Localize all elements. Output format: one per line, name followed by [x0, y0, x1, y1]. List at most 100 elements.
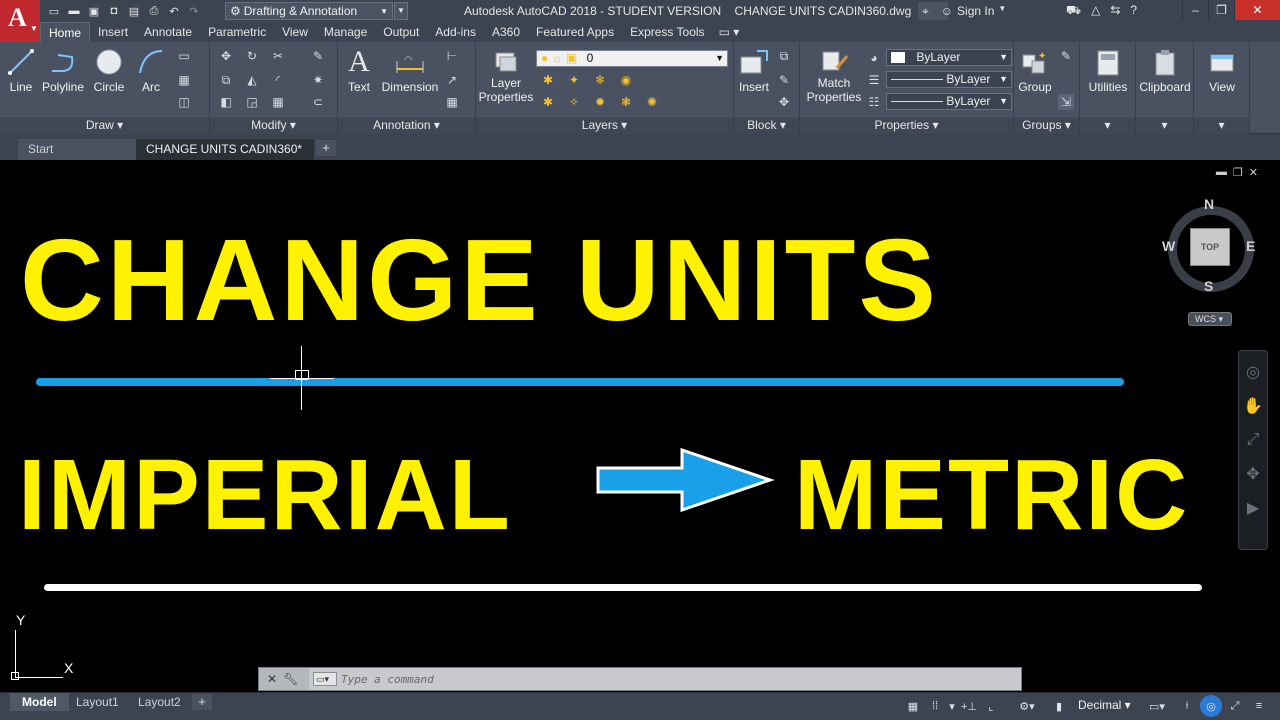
clipboard-expand-icon[interactable]: ▾: [1136, 117, 1193, 134]
leader-icon[interactable]: ↗: [444, 72, 460, 88]
command-grip[interactable]: ✕ 🔧︎: [259, 668, 309, 690]
drawing-tab[interactable]: CHANGE UNITS CADIN360*: [136, 139, 314, 160]
viewport-restore-icon[interactable]: ❐: [1233, 166, 1243, 179]
stretch-icon[interactable]: ◧: [218, 94, 234, 110]
minimize-icon[interactable]: –: [1182, 0, 1208, 20]
close-icon[interactable]: ✕: [267, 672, 277, 686]
model-tab[interactable]: Model: [10, 693, 69, 711]
tab-express-tools[interactable]: Express Tools: [622, 22, 712, 42]
explode-icon[interactable]: ✷: [310, 72, 326, 88]
print-icon[interactable]: ⎙: [146, 4, 162, 19]
modify-panel-title[interactable]: Modify ▾: [210, 117, 337, 134]
steering-wheel-icon[interactable]: ◎: [1239, 359, 1267, 385]
layout1-tab[interactable]: Layout1: [64, 693, 131, 711]
text-tool[interactable]: A Text: [342, 46, 376, 95]
fullscreen-icon[interactable]: ⤢: [1224, 695, 1246, 717]
snap-icon[interactable]: ⁞⁞: [924, 695, 946, 717]
layer-unisolate-icon[interactable]: ✹: [592, 94, 608, 110]
ungroup-icon[interactable]: ✎: [1058, 48, 1074, 64]
clipboard-panel[interactable]: Clipboard ▾: [1136, 42, 1194, 134]
edit-block-icon[interactable]: ✎: [776, 72, 792, 88]
customize-menu-icon[interactable]: ≡: [1248, 695, 1270, 717]
restore-icon[interactable]: ❐: [1208, 0, 1234, 20]
layer-match-icon[interactable]: ✱: [540, 94, 556, 110]
orbit-icon[interactable]: ✥: [1239, 461, 1267, 487]
copy-icon[interactable]: ⧉: [218, 72, 234, 88]
view-panel[interactable]: View ▾: [1194, 42, 1250, 134]
help-icon[interactable]: ?: [1130, 3, 1137, 19]
layer-previous-icon[interactable]: ✧: [566, 94, 582, 110]
zoom-icon[interactable]: ⤢: [1239, 427, 1267, 453]
ribbon-toggle-icon[interactable]: ▭ ▾: [719, 22, 740, 42]
layers-panel-title[interactable]: Layers ▾: [476, 117, 733, 134]
layer-thaw-icon[interactable]: ❃: [618, 94, 634, 110]
viewport-minimize-icon[interactable]: ▬: [1216, 166, 1227, 179]
scale-icon[interactable]: ◲: [244, 94, 260, 110]
layer-properties-tool[interactable]: Layer Properties: [478, 50, 534, 104]
open-folder-icon[interactable]: ▬: [66, 4, 82, 19]
clipboard-tool[interactable]: Clipboard: [1136, 48, 1194, 94]
command-input[interactable]: [341, 670, 1017, 688]
new-tab-button[interactable]: +: [316, 140, 336, 156]
save-as-icon[interactable]: ◘: [106, 4, 122, 19]
properties-panel-title[interactable]: Properties ▾: [800, 117, 1013, 134]
hatch-icon[interactable]: ▦: [176, 72, 192, 88]
mirror-icon[interactable]: ◭: [244, 72, 260, 88]
isolate-objects-icon[interactable]: ◎: [1200, 695, 1222, 717]
lineweight-toggle-icon[interactable]: ▮: [1048, 695, 1070, 717]
layer-unlock-icon[interactable]: ✺: [644, 94, 660, 110]
offset-icon[interactable]: ⊂: [310, 94, 326, 110]
compass-west[interactable]: W: [1162, 238, 1175, 254]
annotation-panel-title[interactable]: Annotation ▾: [338, 117, 475, 134]
groups-panel-title[interactable]: Groups ▾: [1014, 117, 1079, 134]
tab-home[interactable]: Home: [40, 22, 91, 42]
add-layout-button[interactable]: +: [192, 694, 212, 710]
drawing-canvas[interactable]: ▬ ❐ ✕ CHANGE UNITS IMPERIAL METRIC TOP N…: [0, 160, 1280, 692]
a360-icon[interactable]: △: [1091, 3, 1100, 19]
recent-commands-button[interactable]: ▭▾: [313, 672, 337, 686]
tab-parametric[interactable]: Parametric: [200, 22, 274, 42]
undo-icon[interactable]: ↶: [166, 4, 182, 19]
match-properties-tool[interactable]: Match Properties: [804, 48, 864, 104]
fillet-icon[interactable]: ◜: [270, 72, 286, 88]
linetype-dropdown[interactable]: ByLayer ▼: [886, 71, 1012, 88]
rectangle-icon[interactable]: ▭: [176, 48, 192, 64]
utilities-tool[interactable]: Utilities: [1080, 48, 1136, 94]
rotate-icon[interactable]: ↻: [244, 48, 260, 64]
compass-north[interactable]: N: [1204, 196, 1214, 212]
start-tab[interactable]: Start: [18, 139, 136, 160]
color-wheel-icon[interactable]: ◕: [866, 50, 882, 66]
trim-icon[interactable]: ✂: [270, 48, 286, 64]
tab-insert[interactable]: Insert: [90, 22, 136, 42]
annotation-monitor-icon[interactable]: ⫮: [1176, 695, 1198, 717]
ortho-icon[interactable]: ⌞: [980, 695, 1002, 717]
wcs-menu[interactable]: WCS ▾: [1188, 312, 1232, 326]
group-select-icon[interactable]: ⇲: [1058, 94, 1074, 110]
attribute-icon[interactable]: ✥: [776, 94, 792, 110]
utilities-panel[interactable]: Utilities ▾: [1080, 42, 1136, 134]
close-icon[interactable]: ✕: [1234, 0, 1280, 20]
binoculars-icon[interactable]: ⌖: [922, 4, 929, 19]
compass-east[interactable]: E: [1246, 238, 1255, 254]
erase-icon[interactable]: ✎: [310, 48, 326, 64]
application-menu-button[interactable]: A ▼: [0, 0, 40, 42]
tab-output[interactable]: Output: [375, 22, 427, 42]
new-file-icon[interactable]: ▭: [46, 4, 62, 19]
redo-icon[interactable]: ↷: [186, 4, 202, 19]
tab-view[interactable]: View: [274, 22, 316, 42]
layer-dropdown[interactable]: ● ☼ ▣ 0 ▼: [536, 50, 728, 67]
tab-add-ins[interactable]: Add-ins: [427, 22, 484, 42]
polyline-tool[interactable]: Polyline: [40, 46, 86, 94]
group-tool[interactable]: ✦ Group: [1016, 48, 1054, 94]
quick-properties-icon[interactable]: ▭▾: [1146, 695, 1168, 717]
web-mobile-icon[interactable]: ▤: [126, 4, 142, 19]
workspace-selector[interactable]: ⚙ Drafting & Annotation ▼: [225, 2, 393, 20]
layout2-tab[interactable]: Layout2: [126, 693, 193, 711]
lineweight-icon[interactable]: ☰: [866, 72, 882, 88]
layer-isolate-icon[interactable]: ✦: [566, 72, 582, 88]
grid-icon[interactable]: ▦: [902, 695, 924, 717]
view-expand-icon[interactable]: ▾: [1194, 117, 1249, 134]
layer-lock-icon[interactable]: ◉: [618, 72, 634, 88]
create-block-icon[interactable]: ⧉: [776, 48, 792, 64]
linear-dim-icon[interactable]: ⊢: [444, 48, 460, 64]
